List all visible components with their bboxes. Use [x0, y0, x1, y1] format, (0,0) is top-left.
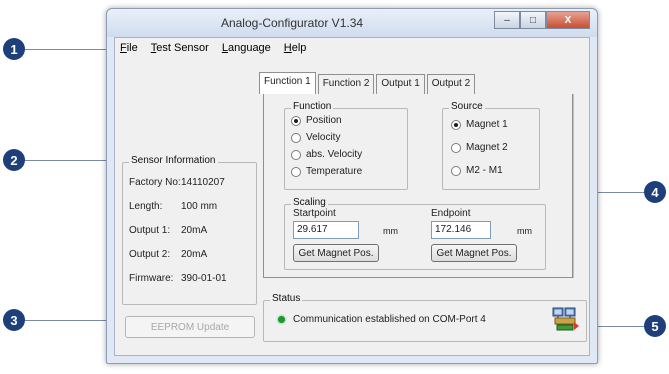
startpoint-label: Startpoint — [293, 208, 336, 219]
sensor-info-row: Output 1: 20mA — [129, 225, 207, 236]
sensor-info-value: 390-01-01 — [181, 273, 227, 284]
tab-function-1[interactable]: Function 1 — [259, 72, 316, 94]
menu-test-sensor[interactable]: Test Sensor — [151, 42, 209, 54]
radio-label: Position — [306, 115, 342, 126]
radio-magnet-1[interactable]: Magnet 1 — [451, 119, 508, 130]
menu-bar: File Test Sensor Language Help — [115, 38, 319, 58]
endpoint-unit: mm — [517, 226, 532, 236]
sensor-info-row: Firmware: 390-01-01 — [129, 273, 227, 284]
startpoint-input[interactable]: 29.617 — [293, 221, 359, 239]
sensor-info-value: 100 mm — [181, 201, 218, 212]
radio-button[interactable] — [451, 142, 461, 153]
sensor-info-value: 14110207 — [181, 177, 225, 188]
endpoint-label: Endpoint — [431, 208, 471, 219]
sensor-info-key: Output 2: — [129, 249, 171, 260]
app-window: Analog-Configurator V1.34 – □ X File Tes… — [106, 8, 598, 364]
get-magnet-pos-start-button[interactable]: Get Magnet Pos. — [293, 244, 379, 262]
sensor-info-row: Output 2: 20mA — [129, 249, 207, 260]
get-magnet-pos-end-button[interactable]: Get Magnet Pos. — [431, 244, 517, 262]
radio-button[interactable] — [291, 166, 301, 177]
radio-button-checked[interactable] — [291, 115, 301, 126]
callout-1: 1 — [3, 38, 25, 60]
tab-output-2[interactable]: Output 2 — [426, 74, 476, 94]
radio-temperature[interactable]: Temperature — [291, 166, 362, 177]
title-bar[interactable]: Analog-Configurator V1.34 – □ X — [107, 9, 597, 37]
radio-position[interactable]: Position — [291, 115, 342, 126]
eeprom-update-button[interactable]: EEPROM Update — [125, 316, 255, 338]
radio-label: M2 - M1 — [466, 165, 503, 176]
status-message: Communication established on COM-Port 4 — [293, 314, 486, 325]
tab-panel-function-1: Function Position Velocity abs. Velocity… — [263, 94, 573, 278]
radio-m2-m1[interactable]: M2 - M1 — [451, 165, 503, 176]
sensor-info-key: Output 1: — [129, 225, 171, 236]
radio-label: Temperature — [306, 166, 363, 177]
radio-button[interactable] — [291, 132, 301, 143]
radio-label: abs. Velocity — [306, 149, 363, 160]
radio-magnet-2[interactable]: Magnet 2 — [451, 142, 508, 153]
maximize-button[interactable]: □ — [520, 11, 546, 29]
radio-button-checked[interactable] — [451, 119, 461, 130]
sensor-info-key: Factory No: — [129, 177, 181, 188]
minimize-button[interactable]: – — [494, 11, 520, 29]
sensor-info-value: 20mA — [181, 249, 208, 260]
endpoint-input[interactable]: 172.146 — [431, 221, 491, 239]
radio-abs-velocity[interactable]: abs. Velocity — [291, 149, 362, 160]
function-group: Function Position Velocity abs. Velocity… — [284, 101, 408, 190]
menu-language[interactable]: Language — [222, 42, 271, 54]
sensor-info-key: Firmware: — [129, 273, 174, 284]
tab-strip: Function 1 Function 2 Output 1 Output 2 — [259, 72, 477, 94]
source-group: Source Magnet 1 Magnet 2 M2 - M1 — [442, 101, 540, 190]
menu-help[interactable]: Help — [284, 42, 307, 54]
radio-button[interactable] — [451, 165, 461, 176]
window-controls: – □ X — [494, 11, 590, 29]
radio-label: Velocity — [306, 132, 341, 143]
menu-file[interactable]: File — [120, 42, 138, 54]
startpoint-unit: mm — [383, 226, 398, 236]
status-title: Status — [270, 293, 303, 304]
status-group: Status Communication established on COM-… — [263, 293, 587, 342]
source-group-title: Source — [449, 101, 485, 112]
scaling-group: Scaling Startpoint Endpoint 29.617 mm 17… — [284, 197, 546, 270]
sensor-info-value: 20mA — [181, 225, 208, 236]
tab-output-1[interactable]: Output 1 — [376, 74, 425, 94]
radio-label: Magnet 2 — [466, 142, 508, 153]
tab-function-2[interactable]: Function 2 — [317, 74, 375, 94]
callout-3: 3 — [3, 309, 25, 331]
radio-button[interactable] — [291, 149, 301, 160]
network-connection-icon — [552, 305, 580, 336]
tab-panel-edge — [573, 94, 574, 278]
status-line: Communication established on COM-Port 4 — [278, 314, 486, 325]
callout-2: 2 — [3, 149, 25, 171]
status-led-icon — [278, 316, 285, 323]
radio-label: Magnet 1 — [466, 119, 508, 130]
scaling-group-title: Scaling — [291, 197, 328, 208]
callout-4: 4 — [644, 181, 666, 203]
sensor-info-row: Factory No: 14110207 — [129, 177, 225, 188]
sensor-info-group: Sensor Information Factory No: 14110207 … — [122, 155, 257, 305]
client-area: File Test Sensor Language Help Function … — [114, 37, 590, 356]
sensor-info-row: Length: 100 mm — [129, 201, 217, 212]
function-group-title: Function — [291, 101, 334, 112]
close-button[interactable]: X — [546, 11, 590, 29]
callout-5: 5 — [644, 315, 666, 337]
radio-velocity[interactable]: Velocity — [291, 132, 340, 143]
sensor-info-key: Length: — [129, 201, 163, 212]
sensor-info-title: Sensor Information — [129, 155, 218, 166]
